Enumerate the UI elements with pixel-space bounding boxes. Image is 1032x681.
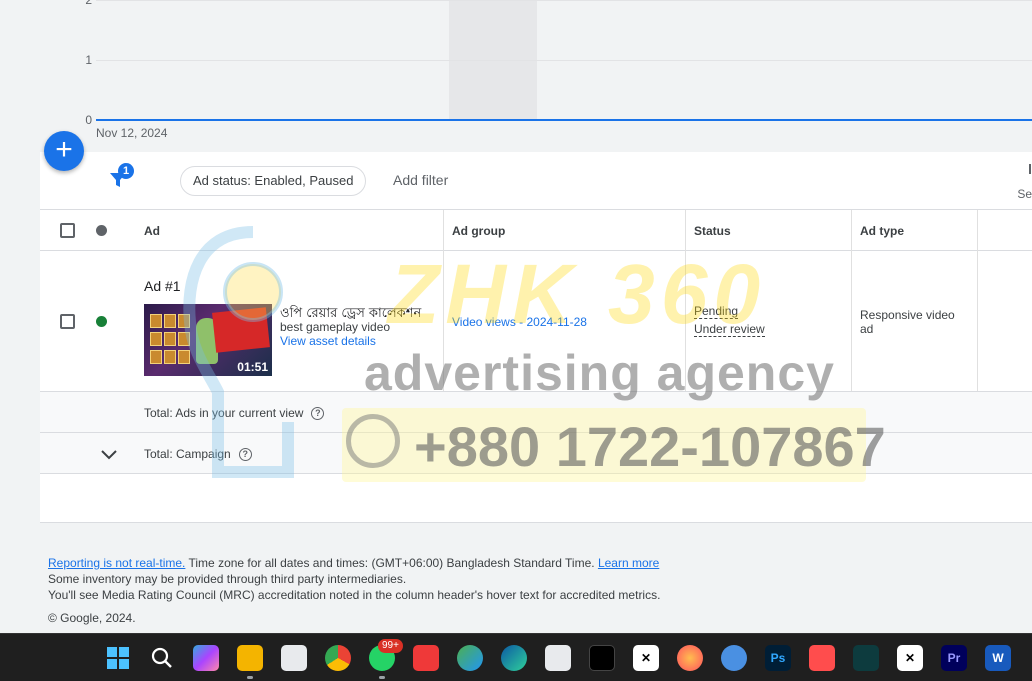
windows-start-icon[interactable] bbox=[105, 645, 131, 671]
capcut-icon[interactable]: ✕ bbox=[897, 645, 923, 671]
y-tick-1: 1 bbox=[85, 53, 92, 67]
gridline bbox=[96, 60, 1032, 61]
row-checkbox[interactable] bbox=[60, 314, 75, 329]
ad-status-filter-chip[interactable]: Ad status: Enabled, Paused bbox=[180, 166, 367, 196]
firefox-icon[interactable] bbox=[677, 645, 703, 671]
enabled-status-dot bbox=[96, 316, 107, 327]
column-header-ad-group[interactable]: Ad group bbox=[452, 224, 505, 238]
capcut-icon[interactable]: ✕ bbox=[633, 645, 659, 671]
table-row: Ad #1 01:51 ওপি রেয়ার ড্রেস কালেকশন bes… bbox=[40, 251, 1032, 392]
pikashow-icon[interactable] bbox=[589, 645, 615, 671]
snipping-tool-icon[interactable] bbox=[281, 645, 307, 671]
gridline bbox=[96, 0, 1032, 1]
total-current-view-label: Total: Ads in your current view bbox=[144, 406, 304, 420]
create-button[interactable]: + bbox=[44, 131, 84, 171]
status-column-dot bbox=[96, 225, 107, 236]
not-realtime-link[interactable]: Reporting is not real-time. bbox=[48, 556, 185, 570]
performance-chart: 2 1 0 Nov 12, 2024 bbox=[0, 0, 1032, 148]
active-indicator bbox=[379, 676, 385, 679]
total-row-current-view: Total: Ads in your current view? bbox=[40, 392, 1032, 433]
filter-bar: 1 Ad status: Enabled, Paused Add filter … bbox=[40, 152, 1032, 210]
column-header-ad-type[interactable]: Ad type bbox=[860, 224, 904, 238]
chrome-icon[interactable] bbox=[325, 645, 351, 671]
chart-series-line bbox=[96, 119, 1032, 121]
photoshop-icon[interactable]: Ps bbox=[765, 645, 791, 671]
learn-more-link[interactable]: Learn more bbox=[598, 556, 659, 570]
ad-type-value: Responsive video ad bbox=[860, 308, 955, 336]
add-filter-button[interactable]: Add filter bbox=[393, 172, 448, 188]
search-label-clipped[interactable]: Se bbox=[1017, 187, 1032, 201]
footer-notes: Reporting is not real-time. Time zone fo… bbox=[48, 555, 660, 603]
total-row-campaign: Total: Campaign? bbox=[40, 433, 1032, 474]
select-all-checkbox[interactable] bbox=[60, 223, 75, 238]
copilot-icon[interactable] bbox=[193, 645, 219, 671]
anydesk-icon[interactable] bbox=[809, 645, 835, 671]
ad-subtitle: best gameplay video bbox=[280, 320, 391, 334]
total-campaign-label: Total: Campaign bbox=[144, 447, 231, 461]
microsoft-store-icon[interactable] bbox=[545, 645, 571, 671]
help-icon[interactable]: ? bbox=[311, 407, 325, 421]
video-duration: 01:51 bbox=[237, 360, 268, 374]
x-axis-start-date: Nov 12, 2024 bbox=[96, 126, 168, 140]
word-icon[interactable]: W bbox=[985, 645, 1011, 671]
help-icon[interactable]: ? bbox=[238, 448, 252, 462]
ad-name: Ad #1 bbox=[144, 278, 181, 294]
mrc-note: You'll see Media Rating Council (MRC) ac… bbox=[48, 588, 661, 602]
ad-group-link[interactable]: Video views - 2024-11-28 bbox=[452, 315, 587, 329]
sync-icon[interactable] bbox=[721, 645, 747, 671]
notification-badge: 99+ bbox=[378, 639, 403, 653]
video-thumbnail[interactable]: 01:51 bbox=[144, 304, 272, 376]
search-icon[interactable] bbox=[149, 645, 175, 671]
view-asset-details-link[interactable]: View asset details bbox=[280, 334, 376, 348]
status-under-review[interactable]: Under review bbox=[694, 322, 765, 337]
gallery-icon[interactable] bbox=[457, 645, 483, 671]
ads-table-panel: 1 Ad status: Enabled, Paused Add filter … bbox=[40, 152, 1032, 523]
inventory-note: Some inventory may be provided through t… bbox=[48, 572, 407, 586]
active-indicator bbox=[247, 676, 253, 679]
copyright: © Google, 2024. bbox=[48, 611, 136, 625]
timezone-text: Time zone for all dates and times: (GMT+… bbox=[185, 556, 598, 570]
status-pending[interactable]: Pending bbox=[694, 304, 739, 319]
vivaldi-icon[interactable] bbox=[413, 645, 439, 671]
filmora-icon[interactable] bbox=[853, 645, 879, 671]
premiere-icon[interactable]: Pr bbox=[941, 645, 967, 671]
table-header: Ad Ad group Status Ad type bbox=[40, 210, 1032, 251]
y-tick-2: 2 bbox=[85, 0, 92, 7]
file-explorer-icon[interactable] bbox=[237, 645, 263, 671]
windows-taskbar: 99+ ✕ Ps ✕ Pr W bbox=[0, 633, 1032, 681]
filter-count-badge: 1 bbox=[118, 163, 134, 179]
y-tick-0: 0 bbox=[85, 113, 92, 127]
chevron-down-icon[interactable] bbox=[100, 445, 118, 463]
edge-icon[interactable] bbox=[501, 645, 527, 671]
column-header-status[interactable]: Status bbox=[694, 224, 731, 238]
column-header-ad[interactable]: Ad bbox=[144, 224, 160, 238]
